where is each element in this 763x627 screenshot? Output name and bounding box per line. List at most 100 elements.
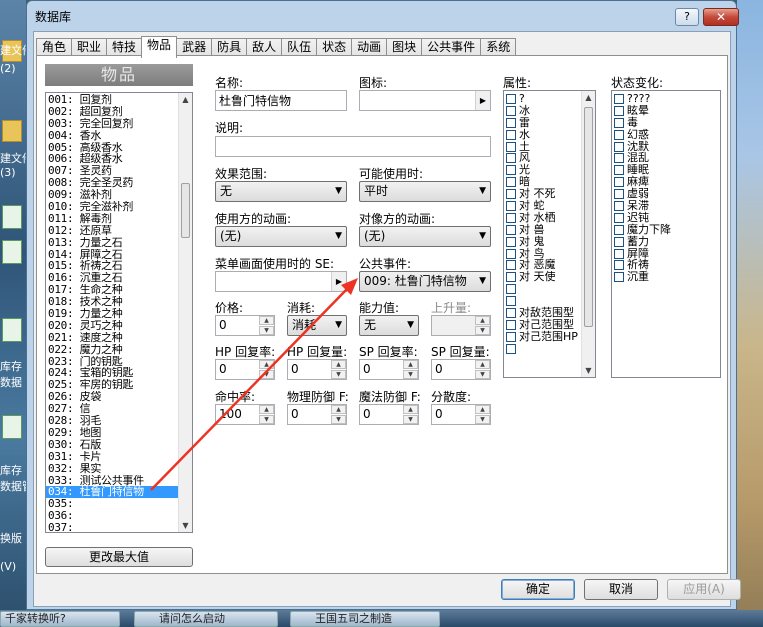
checkbox[interactable] (506, 105, 516, 116)
list-item[interactable]: 003: 完全回复剂 (46, 118, 179, 130)
spin-up-icon[interactable]: ▲ (259, 405, 274, 414)
list-item[interactable]: 031: 卡片 (46, 451, 179, 463)
list-item[interactable]: 019: 力量之种 (46, 308, 179, 320)
list-item[interactable]: 002: 超回复剂 (46, 106, 179, 118)
list-item[interactable]: 033: 测试公共事件 (46, 475, 179, 487)
picker-arrow-icon[interactable]: ▶ (331, 272, 346, 291)
spin-down-icon[interactable]: ▼ (403, 370, 418, 379)
checkbox[interactable] (614, 105, 624, 116)
state-row[interactable]: 迟钝 (612, 212, 720, 224)
checkbox[interactable] (614, 248, 624, 259)
hp-rate-stepper[interactable]: 0 ▲ ▼ (215, 359, 275, 380)
tab-items[interactable]: 物品 (141, 36, 178, 58)
list-item[interactable]: 007: 圣灵药 (46, 165, 179, 177)
title-bar[interactable]: 数据库 ? ✕ (27, 1, 739, 31)
checkbox[interactable] (506, 224, 516, 235)
checkbox[interactable] (506, 307, 516, 318)
help-button[interactable]: ? (675, 8, 699, 26)
item-list[interactable]: 001: 回复剂 002: 超回复剂 003: 完全回复剂 004: 香水 005: 高… (45, 92, 193, 533)
folder-icon[interactable] (2, 120, 22, 142)
pdef-stepper[interactable]: 0 ▲ ▼ (287, 404, 347, 425)
spin-up-icon[interactable]: ▲ (259, 360, 274, 369)
state-row[interactable]: 眩晕 (612, 104, 720, 117)
list-item[interactable]: 023: 门的钥匙 (46, 356, 179, 368)
scroll-down-icon[interactable]: ▼ (181, 521, 190, 530)
scope-select[interactable]: 无 ▼ (215, 181, 347, 202)
checkbox[interactable] (506, 331, 516, 342)
checkbox[interactable] (506, 93, 516, 104)
spreadsheet-icon[interactable] (2, 318, 22, 342)
taskbar-item[interactable]: 王国五司之制造 (290, 611, 440, 627)
scroll-thumb[interactable] (181, 183, 190, 238)
list-item[interactable]: 001: 回复剂 (46, 94, 179, 106)
checkbox[interactable] (614, 165, 624, 176)
list-item[interactable]: 006: 超级香水 (46, 153, 179, 165)
checkbox[interactable] (614, 93, 624, 104)
common-event-select[interactable]: 009: 杜鲁门特信物 ▼ (359, 271, 491, 292)
state-row[interactable]: 幻惑 (612, 128, 720, 141)
price-stepper[interactable]: 0 ▲ ▼ (215, 315, 275, 336)
ok-button[interactable]: 确定 (501, 579, 575, 600)
spin-down-icon[interactable]: ▼ (331, 415, 346, 424)
spin-down-icon[interactable]: ▼ (259, 370, 274, 379)
list-item[interactable]: 015: 祈祷之石 (46, 260, 179, 272)
checkbox[interactable] (614, 141, 624, 152)
spreadsheet-icon[interactable] (2, 415, 22, 439)
list-item[interactable]: 029: 地图 (46, 427, 179, 439)
list-item[interactable]: 009: 滋补剂 (46, 189, 179, 201)
target-animation-select[interactable]: (无) ▼ (359, 226, 491, 247)
spin-down-icon[interactable]: ▼ (259, 415, 274, 424)
spreadsheet-icon[interactable] (2, 205, 22, 229)
attributes-scrollbar[interactable]: ▲ ▼ (581, 91, 595, 377)
spin-up-icon[interactable]: ▲ (475, 360, 490, 369)
checkbox[interactable] (614, 260, 624, 271)
checkbox[interactable] (506, 153, 516, 164)
list-item[interactable]: 027: 信 (46, 403, 179, 415)
checkbox[interactable] (614, 189, 624, 200)
list-item[interactable]: 008: 完全圣灵药 (46, 177, 179, 189)
spin-up-icon[interactable]: ▲ (331, 405, 346, 414)
spin-down-icon[interactable]: ▼ (403, 415, 418, 424)
checkbox[interactable] (506, 260, 516, 271)
checkbox[interactable] (506, 117, 516, 128)
list-item[interactable]: 012: 还原草 (46, 225, 179, 237)
picker-arrow-icon[interactable]: ▶ (475, 91, 490, 110)
description-field[interactable] (215, 136, 491, 157)
occasion-select[interactable]: 平时 ▼ (359, 181, 491, 202)
checkbox[interactable] (506, 200, 516, 211)
checkbox[interactable] (506, 284, 516, 295)
item-list-scrollbar[interactable]: ▲ ▼ (178, 93, 192, 532)
cancel-button[interactable]: 取消 (584, 579, 658, 600)
parameter-select[interactable]: 无 ▼ (359, 315, 419, 336)
checkbox[interactable] (614, 224, 624, 235)
checkbox[interactable] (506, 177, 516, 188)
list-item[interactable]: 036: (46, 510, 179, 522)
list-item[interactable]: 026: 皮袋 (46, 391, 179, 403)
list-item[interactable]: 028: 羽毛 (46, 415, 179, 427)
checkbox[interactable] (506, 141, 516, 152)
checkbox[interactable] (506, 236, 516, 247)
checkbox[interactable] (614, 212, 624, 223)
mdef-stepper[interactable]: 0 ▲ ▼ (359, 404, 419, 425)
list-item[interactable]: 032: 果实 (46, 463, 179, 475)
checkbox[interactable] (506, 319, 516, 330)
scroll-down-icon[interactable]: ▼ (584, 366, 593, 375)
checkbox[interactable] (614, 153, 624, 164)
attributes-list[interactable]: ? 冰雷水土风光暗对 不死对 蛇对 水栖对 兽对 鬼对 鸟对 恶魔对 天使 对敌范围… (503, 90, 596, 378)
list-item[interactable]: 030: 石版 (46, 439, 179, 451)
spin-up-icon[interactable]: ▲ (403, 405, 418, 414)
sp-amount-stepper[interactable]: 0 ▲ ▼ (431, 359, 491, 380)
spin-down-icon[interactable]: ▼ (331, 370, 346, 379)
list-item[interactable]: 016: 沉重之石 (46, 272, 179, 284)
list-item[interactable]: 035: (46, 498, 179, 510)
taskbar-item[interactable]: 请问怎么启动 (134, 611, 278, 627)
checkbox[interactable] (614, 177, 624, 188)
spreadsheet-icon[interactable] (2, 240, 22, 264)
checkbox[interactable] (506, 343, 516, 354)
list-item[interactable]: 018: 技术之种 (46, 296, 179, 308)
list-item[interactable]: 010: 完全滋补剂 (46, 201, 179, 213)
close-button[interactable]: ✕ (703, 8, 739, 26)
variance-stepper[interactable]: 0 ▲ ▼ (431, 404, 491, 425)
spin-up-icon[interactable]: ▲ (331, 360, 346, 369)
spin-up-icon[interactable]: ▲ (475, 405, 490, 414)
